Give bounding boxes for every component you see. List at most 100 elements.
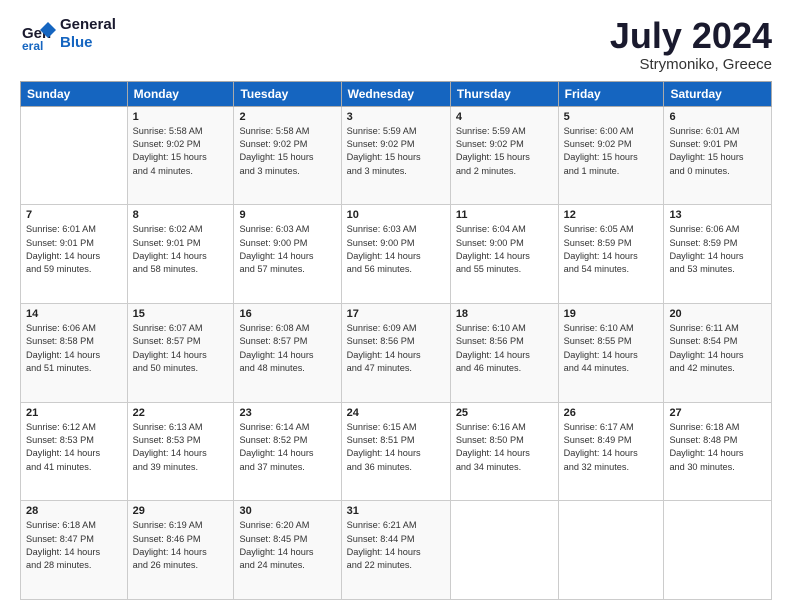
cell-info: Sunrise: 6:15 AM Sunset: 8:51 PM Dayligh… xyxy=(347,421,445,474)
logo-line1: General xyxy=(60,16,116,34)
cell-info: Sunrise: 6:16 AM Sunset: 8:50 PM Dayligh… xyxy=(456,421,553,474)
month-year: July 2024 xyxy=(610,16,772,56)
header: Gen eral General Blue July 2024 Strymoni… xyxy=(20,16,772,73)
calendar-cell: 16 Sunrise: 6:08 AM Sunset: 8:57 PM Dayli… xyxy=(234,303,341,402)
weekday-header: Monday xyxy=(127,81,234,106)
calendar-cell xyxy=(664,501,772,600)
cell-day-number: 31 xyxy=(347,505,445,517)
cell-day-number: 20 xyxy=(669,308,766,320)
cell-day-number: 25 xyxy=(456,407,553,419)
cell-info: Sunrise: 6:05 AM Sunset: 8:59 PM Dayligh… xyxy=(564,223,659,276)
calendar-cell: 28 Sunrise: 6:18 AM Sunset: 8:47 PM Dayli… xyxy=(21,501,128,600)
cell-day-number: 29 xyxy=(133,505,229,517)
weekday-header: Sunday xyxy=(21,81,128,106)
calendar-cell: 20 Sunrise: 6:11 AM Sunset: 8:54 PM Dayli… xyxy=(664,303,772,402)
cell-info: Sunrise: 6:08 AM Sunset: 8:57 PM Dayligh… xyxy=(239,322,335,375)
calendar-cell: 26 Sunrise: 6:17 AM Sunset: 8:49 PM Dayli… xyxy=(558,402,664,501)
calendar-week-row: 7Sunrise: 6:01 AM Sunset: 9:01 PM Daylig… xyxy=(21,205,772,304)
cell-day-number: 28 xyxy=(26,505,122,517)
calendar-cell: 5 Sunrise: 6:00 AM Sunset: 9:02 PM Daylig… xyxy=(558,106,664,205)
calendar-cell: 7Sunrise: 6:01 AM Sunset: 9:01 PM Daylig… xyxy=(21,205,128,304)
weekday-header: Saturday xyxy=(664,81,772,106)
calendar-cell: 22 Sunrise: 6:13 AM Sunset: 8:53 PM Dayli… xyxy=(127,402,234,501)
calendar-cell: 2Sunrise: 5:58 AM Sunset: 9:02 PM Daylig… xyxy=(234,106,341,205)
calendar-cell: 21Sunrise: 6:12 AM Sunset: 8:53 PM Dayli… xyxy=(21,402,128,501)
calendar-cell: 23 Sunrise: 6:14 AM Sunset: 8:52 PM Dayli… xyxy=(234,402,341,501)
cell-day-number: 24 xyxy=(347,407,445,419)
calendar-cell xyxy=(558,501,664,600)
title-block: July 2024 Strymoniko, Greece xyxy=(610,16,772,73)
location: Strymoniko, Greece xyxy=(610,56,772,73)
calendar-cell: 4 Sunrise: 5:59 AM Sunset: 9:02 PM Daylig… xyxy=(450,106,558,205)
calendar-cell: 18Sunrise: 6:10 AM Sunset: 8:56 PM Dayli… xyxy=(450,303,558,402)
calendar-cell: 24 Sunrise: 6:15 AM Sunset: 8:51 PM Dayli… xyxy=(341,402,450,501)
cell-day-number: 6 xyxy=(669,111,766,123)
calendar-cell: 9 Sunrise: 6:03 AM Sunset: 9:00 PM Daylig… xyxy=(234,205,341,304)
cell-info: Sunrise: 6:10 AM Sunset: 8:55 PM Dayligh… xyxy=(564,322,659,375)
cell-day-number: 9 xyxy=(239,209,335,221)
cell-info: Sunrise: 6:02 AM Sunset: 9:01 PM Dayligh… xyxy=(133,223,229,276)
cell-info: Sunrise: 6:20 AM Sunset: 8:45 PM Dayligh… xyxy=(239,519,335,572)
calendar-page: Gen eral General Blue July 2024 Strymoni… xyxy=(0,0,792,612)
weekday-header: Thursday xyxy=(450,81,558,106)
cell-day-number: 14 xyxy=(26,308,122,320)
cell-info: Sunrise: 6:09 AM Sunset: 8:56 PM Dayligh… xyxy=(347,322,445,375)
cell-day-number: 26 xyxy=(564,407,659,419)
cell-info: Sunrise: 5:59 AM Sunset: 9:02 PM Dayligh… xyxy=(456,125,553,178)
cell-info: Sunrise: 5:59 AM Sunset: 9:02 PM Dayligh… xyxy=(347,125,445,178)
cell-info: Sunrise: 6:01 AM Sunset: 9:01 PM Dayligh… xyxy=(26,223,122,276)
header-row: SundayMondayTuesdayWednesdayThursdayFrid… xyxy=(21,81,772,106)
calendar-cell: 29 Sunrise: 6:19 AM Sunset: 8:46 PM Dayli… xyxy=(127,501,234,600)
cell-day-number: 15 xyxy=(133,308,229,320)
cell-info: Sunrise: 6:19 AM Sunset: 8:46 PM Dayligh… xyxy=(133,519,229,572)
cell-info: Sunrise: 6:17 AM Sunset: 8:49 PM Dayligh… xyxy=(564,421,659,474)
cell-info: Sunrise: 6:06 AM Sunset: 8:58 PM Dayligh… xyxy=(26,322,122,375)
calendar-cell xyxy=(450,501,558,600)
calendar-cell: 1Sunrise: 5:58 AM Sunset: 9:02 PM Daylig… xyxy=(127,106,234,205)
cell-info: Sunrise: 6:06 AM Sunset: 8:59 PM Dayligh… xyxy=(669,223,766,276)
cell-day-number: 2 xyxy=(239,111,335,123)
cell-day-number: 4 xyxy=(456,111,553,123)
calendar-table: SundayMondayTuesdayWednesdayThursdayFrid… xyxy=(20,81,772,600)
calendar-cell: 14 Sunrise: 6:06 AM Sunset: 8:58 PM Dayli… xyxy=(21,303,128,402)
cell-info: Sunrise: 6:01 AM Sunset: 9:01 PM Dayligh… xyxy=(669,125,766,178)
calendar-cell: 8Sunrise: 6:02 AM Sunset: 9:01 PM Daylig… xyxy=(127,205,234,304)
calendar-cell: 15 Sunrise: 6:07 AM Sunset: 8:57 PM Dayli… xyxy=(127,303,234,402)
cell-day-number: 19 xyxy=(564,308,659,320)
weekday-header: Friday xyxy=(558,81,664,106)
calendar-cell: 11Sunrise: 6:04 AM Sunset: 9:00 PM Dayli… xyxy=(450,205,558,304)
cell-info: Sunrise: 6:18 AM Sunset: 8:47 PM Dayligh… xyxy=(26,519,122,572)
cell-info: Sunrise: 6:10 AM Sunset: 8:56 PM Dayligh… xyxy=(456,322,553,375)
calendar-week-row: 1Sunrise: 5:58 AM Sunset: 9:02 PM Daylig… xyxy=(21,106,772,205)
calendar-cell: 19 Sunrise: 6:10 AM Sunset: 8:55 PM Dayli… xyxy=(558,303,664,402)
cell-info: Sunrise: 6:07 AM Sunset: 8:57 PM Dayligh… xyxy=(133,322,229,375)
cell-day-number: 13 xyxy=(669,209,766,221)
calendar-cell: 13 Sunrise: 6:06 AM Sunset: 8:59 PM Dayli… xyxy=(664,205,772,304)
cell-day-number: 12 xyxy=(564,209,659,221)
cell-info: Sunrise: 6:13 AM Sunset: 8:53 PM Dayligh… xyxy=(133,421,229,474)
cell-info: Sunrise: 6:11 AM Sunset: 8:54 PM Dayligh… xyxy=(669,322,766,375)
cell-info: Sunrise: 6:00 AM Sunset: 9:02 PM Dayligh… xyxy=(564,125,659,178)
cell-info: Sunrise: 6:03 AM Sunset: 9:00 PM Dayligh… xyxy=(239,223,335,276)
calendar-cell: 25 Sunrise: 6:16 AM Sunset: 8:50 PM Dayli… xyxy=(450,402,558,501)
cell-info: Sunrise: 6:14 AM Sunset: 8:52 PM Dayligh… xyxy=(239,421,335,474)
logo: Gen eral General Blue xyxy=(20,16,116,52)
weekday-header: Tuesday xyxy=(234,81,341,106)
calendar-cell: 27Sunrise: 6:18 AM Sunset: 8:48 PM Dayli… xyxy=(664,402,772,501)
cell-day-number: 17 xyxy=(347,308,445,320)
cell-day-number: 27 xyxy=(669,407,766,419)
cell-day-number: 30 xyxy=(239,505,335,517)
logo-line2: Blue xyxy=(60,34,116,52)
cell-day-number: 5 xyxy=(564,111,659,123)
weekday-header: Wednesday xyxy=(341,81,450,106)
calendar-cell: 6 Sunrise: 6:01 AM Sunset: 9:01 PM Daylig… xyxy=(664,106,772,205)
cell-info: Sunrise: 5:58 AM Sunset: 9:02 PM Dayligh… xyxy=(133,125,229,178)
calendar-cell: 12 Sunrise: 6:05 AM Sunset: 8:59 PM Dayli… xyxy=(558,205,664,304)
cell-day-number: 16 xyxy=(239,308,335,320)
cell-day-number: 22 xyxy=(133,407,229,419)
calendar-week-row: 14 Sunrise: 6:06 AM Sunset: 8:58 PM Dayli… xyxy=(21,303,772,402)
cell-day-number: 21 xyxy=(26,407,122,419)
cell-day-number: 10 xyxy=(347,209,445,221)
cell-day-number: 23 xyxy=(239,407,335,419)
cell-info: Sunrise: 6:03 AM Sunset: 9:00 PM Dayligh… xyxy=(347,223,445,276)
